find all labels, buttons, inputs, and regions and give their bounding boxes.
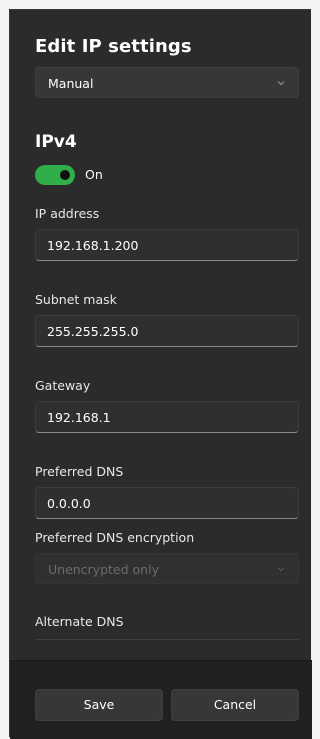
save-button[interactable]: Save bbox=[35, 689, 163, 721]
subnet-mask-value: 255.255.255.0 bbox=[47, 324, 139, 339]
ip-assignment-dropdown[interactable]: Manual bbox=[35, 67, 299, 98]
gateway-label: Gateway bbox=[35, 378, 91, 393]
subnet-mask-label: Subnet mask bbox=[35, 292, 117, 307]
ip-address-value: 192.168.1.200 bbox=[47, 238, 139, 253]
dialog-title: Edit IP settings bbox=[35, 36, 192, 57]
ip-address-label: IP address bbox=[35, 206, 100, 221]
dns-encryption-dropdown: Unencrypted only bbox=[35, 553, 299, 584]
toggle-knob bbox=[60, 170, 70, 180]
ip-assignment-value: Manual bbox=[48, 76, 94, 91]
dns-encryption-label: Preferred DNS encryption bbox=[35, 530, 195, 545]
gateway-value: 192.168.1 bbox=[47, 410, 111, 425]
preferred-dns-value: 0.0.0.0 bbox=[47, 496, 91, 511]
preferred-dns-field[interactable]: 0.0.0.0 bbox=[35, 487, 299, 519]
ip-address-field[interactable]: 192.168.1.200 bbox=[35, 229, 299, 261]
alternate-dns-label: Alternate DNS bbox=[35, 614, 124, 629]
cancel-button[interactable]: Cancel bbox=[171, 689, 299, 721]
ipv4-toggle-label: On bbox=[85, 167, 103, 182]
subnet-mask-field[interactable]: 255.255.255.0 bbox=[35, 315, 299, 347]
edit-ip-settings-dialog: Edit IP settings Manual IPv4 On IP addre… bbox=[9, 9, 312, 739]
chevron-down-icon bbox=[277, 567, 285, 572]
alternate-dns-field[interactable] bbox=[35, 639, 299, 640]
dialog-footer: Save Cancel bbox=[10, 660, 312, 739]
dns-encryption-value: Unencrypted only bbox=[48, 562, 159, 577]
ipv4-heading: IPv4 bbox=[35, 132, 77, 152]
chevron-down-icon bbox=[277, 81, 285, 86]
ipv4-toggle[interactable] bbox=[35, 165, 75, 185]
gateway-field[interactable]: 192.168.1 bbox=[35, 401, 299, 433]
preferred-dns-label: Preferred DNS bbox=[35, 464, 124, 479]
